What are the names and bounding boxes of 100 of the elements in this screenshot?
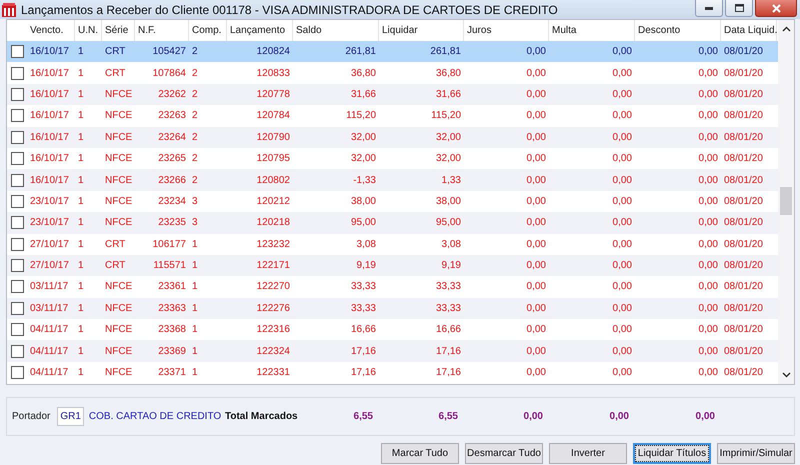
table-cell: 08/01/20 — [724, 367, 763, 378]
checkbox[interactable] — [10, 344, 24, 358]
table-cell: 36,80 — [350, 68, 376, 79]
table-cell: 0,00 — [526, 346, 546, 357]
table-row[interactable]: 16/10/17 1 NFCE 23266 2 120802 -1,33 1,33 0,00 0,00 0,00 08/01/20 — [7, 169, 778, 191]
table-cell: 0,00 — [698, 302, 718, 314]
table-cell: 1 — [78, 346, 84, 357]
table-cell: 122331 — [256, 367, 290, 378]
table-cell: 0,00 — [526, 153, 546, 164]
table-cell: 0,00 — [612, 260, 632, 272]
checkbox[interactable] — [10, 152, 24, 166]
table-cell: 0,00 — [698, 174, 718, 186]
checkbox[interactable] — [10, 88, 24, 101]
table-cell: 9,19 — [442, 260, 461, 272]
table-cell: 1 — [78, 88, 84, 100]
action-button[interactable]: Marcar Tudo — [381, 443, 459, 464]
table-cell: 08/01/20 — [724, 174, 763, 186]
checkbox[interactable] — [10, 366, 24, 380]
table-cell: 0,00 — [526, 174, 546, 186]
checkbox[interactable] — [10, 280, 24, 294]
table-cell: 0,00 — [526, 367, 546, 378]
table-cell: NFCE — [105, 281, 132, 292]
checkbox[interactable] — [10, 238, 24, 251]
table-cell: 0,00 — [612, 324, 632, 336]
table-cell: NFCE — [105, 346, 132, 357]
action-button[interactable]: Inverter — [549, 443, 627, 464]
table-cell: 0,00 — [526, 324, 546, 336]
table-cell: 1 — [78, 68, 84, 79]
table-cell: NFCE — [105, 196, 132, 207]
maximize-button[interactable] — [725, 0, 753, 17]
table-cell: 1,33 — [442, 174, 461, 186]
table-cell: 107864 — [152, 68, 186, 79]
table-cell: 0,00 — [612, 153, 632, 164]
table-cell: 0,00 — [698, 260, 718, 272]
table-cell: 122276 — [256, 302, 290, 314]
checkbox[interactable] — [10, 109, 24, 122]
table-cell: 2 — [192, 153, 198, 164]
table-cell: 0,00 — [612, 302, 632, 314]
checkbox[interactable] — [10, 130, 24, 144]
table-cell: 3,08 — [356, 238, 376, 250]
action-button[interactable]: Imprimir/Simular — [717, 443, 795, 464]
table-row[interactable]: 23/10/17 1 NFCE 23235 3 120218 95,00 95,00 0,00 0,00 0,00 08/01/20 — [7, 212, 778, 234]
table-cell: 17,16 — [436, 367, 461, 378]
table-cell: 33,33 — [350, 302, 376, 314]
minimize-button[interactable] — [695, 0, 723, 17]
checkbox[interactable] — [10, 302, 24, 315]
table-cell: 04/11/17 — [30, 346, 68, 357]
table-row[interactable]: 03/11/17 1 NFCE 23363 1 122276 33,33 33,33 0,00 0,00 0,00 08/01/20 — [7, 298, 778, 320]
table-cell: 120790 — [256, 132, 290, 143]
portador-code-field[interactable]: GR1 — [57, 407, 84, 426]
checkbox[interactable] — [10, 259, 24, 272]
table-cell: 3 — [192, 196, 198, 207]
table-cell: 123232 — [256, 238, 290, 250]
scroll-down-icon[interactable] — [782, 372, 790, 378]
table-cell: 08/01/20 — [724, 281, 763, 292]
vertical-scrollbar[interactable] — [778, 20, 794, 384]
table-cell: NFCE — [105, 367, 132, 378]
table-cell: 2 — [192, 46, 198, 58]
table-cell: 1 — [192, 260, 198, 272]
checkbox[interactable] — [10, 323, 24, 336]
table-cell: 120212 — [256, 196, 290, 207]
scroll-up-icon[interactable] — [782, 26, 790, 32]
table-cell: 0,00 — [698, 46, 718, 58]
table-cell: 0,00 — [526, 46, 546, 58]
table-cell: 120218 — [256, 217, 290, 228]
table-cell: 2 — [192, 68, 198, 79]
table-cell: 0,00 — [526, 68, 546, 79]
table-row[interactable]: 16/10/17 1 NFCE 23264 2 120790 32,00 32,00 0,00 0,00 0,00 08/01/20 — [7, 126, 778, 148]
scroll-thumb[interactable] — [780, 187, 792, 215]
table-cell: 08/01/20 — [724, 302, 763, 314]
total-value: 0,00 — [524, 411, 543, 422]
table-cell: 0,00 — [612, 238, 632, 250]
table-cell: 0,00 — [526, 217, 546, 228]
close-button[interactable] — [755, 0, 797, 17]
table-cell: 0,00 — [698, 132, 718, 143]
table-row[interactable]: 27/10/17 1 CRT 115571 1 122171 9,19 9,19 0,00 0,00 0,00 08/01/20 — [7, 254, 778, 276]
checkbox[interactable] — [10, 45, 24, 58]
table-cell: 17,16 — [350, 367, 376, 378]
table-row[interactable]: 16/10/17 1 CRT 105427 2 120824 261,81 261,81 0,00 0,00 0,00 08/01/20 — [7, 41, 778, 62]
action-button[interactable]: Desmarcar Tudo — [465, 443, 543, 464]
table-row[interactable]: 16/10/17 1 NFCE 23262 2 120778 31,66 31,66 0,00 0,00 0,00 08/01/20 — [7, 84, 778, 106]
table-cell: 1 — [192, 302, 198, 314]
table-cell: 2 — [192, 110, 198, 122]
checkbox[interactable] — [10, 66, 24, 80]
table-cell: 33,33 — [350, 281, 376, 292]
table-cell: 0,00 — [698, 68, 718, 79]
table-cell: 0,00 — [612, 88, 632, 100]
table-cell: 38,00 — [436, 196, 461, 207]
table-cell: 9,19 — [356, 260, 376, 272]
checkbox[interactable] — [10, 174, 24, 187]
action-button[interactable]: Liquidar Títulos — [633, 443, 711, 464]
table-cell: 08/01/20 — [724, 46, 763, 58]
table-cell: 23264 — [158, 132, 186, 143]
checkbox[interactable] — [10, 194, 24, 208]
checkbox[interactable] — [10, 216, 24, 230]
table-cell: 32,00 — [436, 132, 461, 143]
table-row[interactable]: 04/11/17 1 NFCE 23369 1 122324 17,16 17,16 0,00 0,00 0,00 08/01/20 — [7, 340, 778, 362]
table-cell: 08/01/20 — [724, 68, 763, 79]
table-cell: 0,00 — [698, 88, 718, 100]
total-value: 0,00 — [696, 411, 715, 422]
